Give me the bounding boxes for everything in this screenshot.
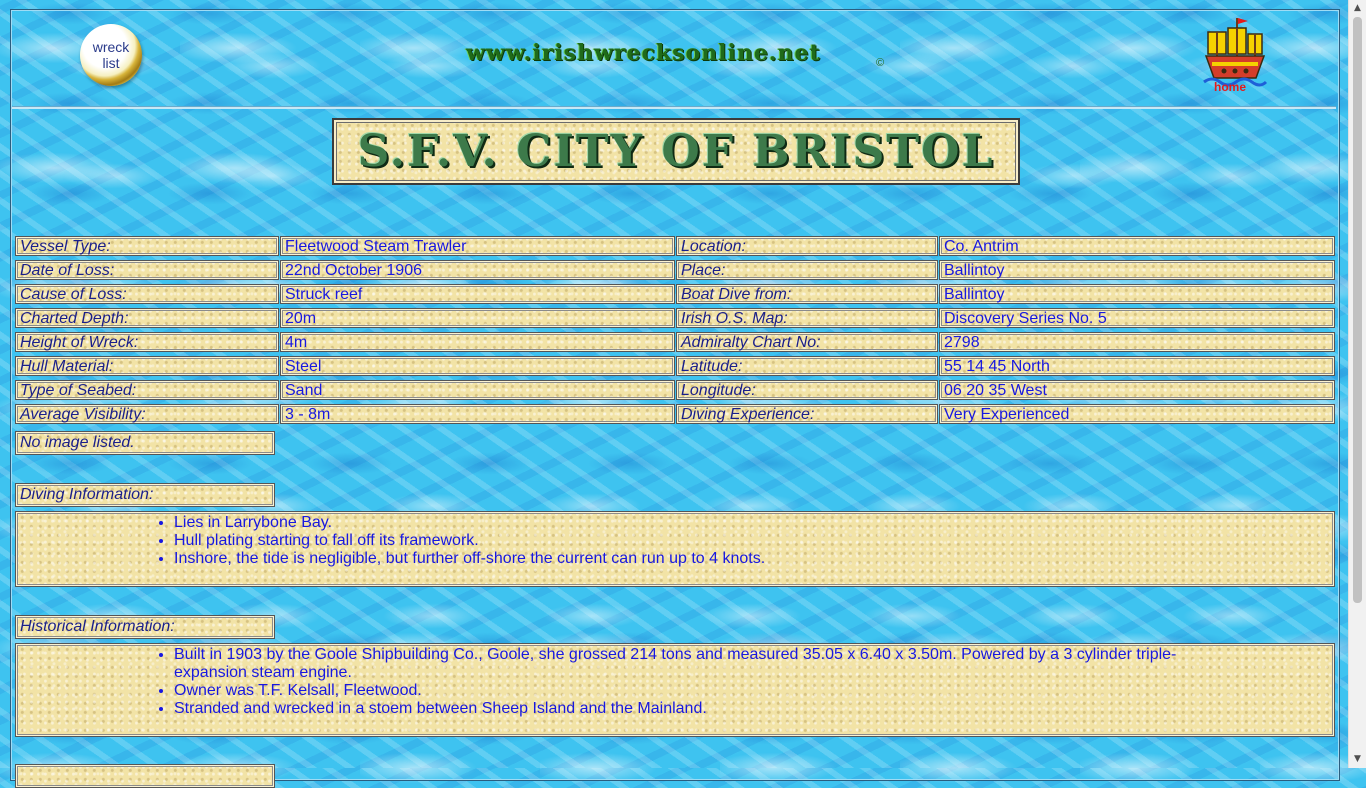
- detail-label: Date of Loss:: [15, 260, 279, 280]
- historical-info-heading: Historical Information:: [15, 615, 275, 639]
- detail-label: Vessel Type:: [15, 236, 279, 256]
- detail-value: Very Experienced: [939, 404, 1335, 424]
- detail-value: Fleetwood Steam Trawler: [280, 236, 675, 256]
- detail-label: Height of Wreck:: [15, 332, 279, 352]
- detail-label: Average Visibility:: [15, 404, 279, 424]
- wreck-list-label-line2: list: [102, 55, 120, 71]
- detail-label: Longitude:: [676, 380, 938, 400]
- scrollbar-thumb[interactable]: [1353, 17, 1362, 603]
- historical-info-box: Built in 1903 by the Goole Shipbuilding …: [15, 643, 1335, 737]
- wreck-list-label-line1: wreck: [92, 39, 130, 55]
- detail-value: 20m: [280, 308, 675, 328]
- detail-value: Co. Antrim: [939, 236, 1335, 256]
- detail-value: Discovery Series No. 5: [939, 308, 1335, 328]
- detail-label: Cause of Loss:: [15, 284, 279, 304]
- detail-label: Admiralty Chart No:: [676, 332, 938, 352]
- site-title: www.irishwrecksonline.net: [466, 40, 821, 66]
- detail-label: Place:: [676, 260, 938, 280]
- home-label[interactable]: home: [1214, 80, 1246, 94]
- diving-info-heading: Diving Information:: [15, 483, 275, 507]
- detail-label: Boat Dive from:: [676, 284, 938, 304]
- detail-value: Struck reef: [280, 284, 675, 304]
- diving-info-item: Hull plating starting to fall off its fr…: [174, 532, 1238, 550]
- historical-info-item: Built in 1903 by the Goole Shipbuilding …: [174, 646, 1238, 682]
- detail-value: Ballintoy: [939, 284, 1335, 304]
- historical-info-item: Stranded and wrecked in a stoem between …: [174, 700, 1238, 718]
- detail-label: Location:: [676, 236, 938, 256]
- detail-value: 3 - 8m: [280, 404, 675, 424]
- vertical-scrollbar[interactable]: ▲ ▼: [1348, 0, 1366, 768]
- detail-label: Diving Experience:: [676, 404, 938, 424]
- arrow-down-icon[interactable]: ▼: [1349, 751, 1366, 768]
- no-image-label: No image listed.: [15, 431, 275, 455]
- diving-info-item: Lies in Larrybone Bay.: [174, 514, 1238, 532]
- detail-label: Hull Material:: [15, 356, 279, 376]
- detail-value: 4m: [280, 332, 675, 352]
- detail-value: 06 20 35 West: [939, 380, 1335, 400]
- copyright-mark: ©: [876, 57, 885, 69]
- historical-info-item: Owner was T.F. Kelsall, Fleetwood.: [174, 682, 1238, 700]
- page-title: S.F.V. CITY OF BRISTOL: [357, 126, 995, 177]
- detail-label: Latitude:: [676, 356, 938, 376]
- detail-value: Ballintoy: [939, 260, 1335, 280]
- wreck-list-button[interactable]: wreck list: [80, 24, 142, 86]
- historical-info-list: Built in 1903 by the Goole Shipbuilding …: [158, 646, 1238, 718]
- diving-info-box: Lies in Larrybone Bay. Hull plating star…: [15, 511, 1335, 587]
- arrow-up-icon[interactable]: ▲: [1349, 0, 1366, 17]
- diving-info-item: Inshore, the tide is negligible, but fur…: [174, 550, 1238, 568]
- detail-value: 55 14 45 North: [939, 356, 1335, 376]
- diving-info-list: Lies in Larrybone Bay. Hull plating star…: [158, 514, 1238, 568]
- detail-label: Charted Depth:: [15, 308, 279, 328]
- detail-value: 2798: [939, 332, 1335, 352]
- detail-label: Type of Seabed:: [15, 380, 279, 400]
- header-divider: [12, 106, 1336, 109]
- detail-value: Steel: [280, 356, 675, 376]
- detail-value: 22nd October 1906: [280, 260, 675, 280]
- wreck-title-box: S.F.V. CITY OF BRISTOL: [332, 118, 1020, 185]
- detail-value: Sand: [280, 380, 675, 400]
- detail-label: Irish O.S. Map:: [676, 308, 938, 328]
